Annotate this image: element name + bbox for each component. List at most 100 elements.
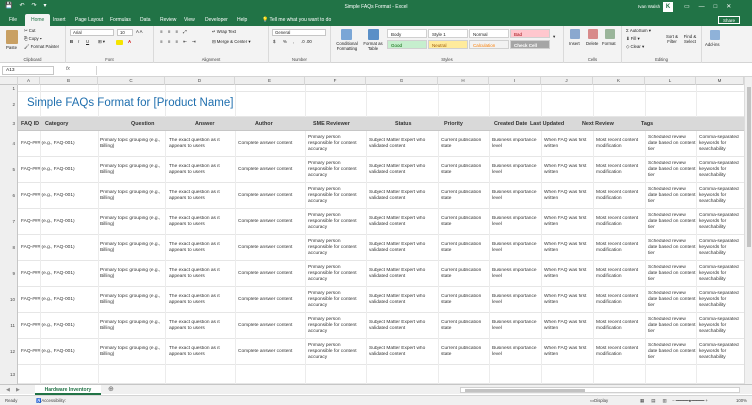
add-ins-button[interactable]: Add-ins (705, 42, 720, 48)
sheet-prev-icon[interactable]: ◀ (6, 385, 10, 395)
cell-j-5[interactable]: When FAQ was first written (544, 164, 592, 176)
cell-d-7[interactable]: The exact question as it appears to user… (169, 216, 233, 228)
wrap-text-button[interactable]: ↵ Wrap Text (212, 29, 236, 35)
cell-g-6[interactable]: Subject Matter Expert who validated cont… (369, 190, 437, 202)
cell-b-8[interactable]: FAQ-### (e.g., FAQ-001) (21, 245, 95, 251)
styles-more-icon[interactable]: ▾ (553, 34, 555, 40)
row-header-2[interactable]: 2 (0, 92, 18, 117)
cell-j-11[interactable]: When FAQ was first written (544, 320, 592, 332)
cell-h-8[interactable]: Current publication state (441, 242, 489, 254)
column-header-d[interactable]: D (165, 77, 235, 85)
tab-home[interactable]: Home (25, 14, 51, 26)
header-created-date[interactable]: Created Date (494, 117, 527, 131)
cell-f-4[interactable]: Primary person responsible for content a… (308, 135, 364, 154)
cell-m-4[interactable]: Comma-separated keywords for searchabili… (699, 135, 744, 154)
border-icon[interactable]: ⊞ ▾ (98, 39, 105, 45)
find-select-button[interactable]: Find & Select (681, 34, 699, 44)
cell-m-6[interactable]: Comma-separated keywords for searchabili… (699, 187, 744, 206)
cell-m-10[interactable]: Comma-separated keywords for searchabili… (699, 291, 744, 310)
paste-icon[interactable] (6, 30, 18, 44)
column-header-m[interactable]: M (696, 77, 744, 85)
autosum-button[interactable]: Σ AutoSum ▾ (626, 28, 651, 34)
cell-c-4[interactable]: Primary topic grouping (e.g., Billing) (100, 138, 164, 150)
cell-e-11[interactable]: Complete answer content (238, 323, 302, 329)
cell-b-12[interactable]: FAQ-### (e.g., FAQ-001) (21, 349, 95, 355)
zoom-slider[interactable]: − ━━━━━●━━━━━ + (672, 396, 708, 405)
close-icon[interactable]: ✕ (726, 2, 731, 12)
number-format-select[interactable]: General (272, 29, 326, 36)
cell-d-4[interactable]: The exact question as it appears to user… (169, 138, 233, 150)
cell-d-6[interactable]: The exact question as it appears to user… (169, 190, 233, 202)
row-header-5[interactable]: 5 (0, 157, 18, 183)
cell-g-12[interactable]: Subject Matter Expert who validated cont… (369, 346, 437, 358)
font-name-select[interactable]: Arial (70, 29, 114, 36)
font-size-select[interactable]: 10 (117, 29, 133, 36)
cell-m-8[interactable]: Comma-separated keywords for searchabili… (699, 239, 744, 258)
cell-h-12[interactable]: Current publication state (441, 346, 489, 358)
column-header-g[interactable]: G (366, 77, 438, 85)
cell-f-9[interactable]: Primary person responsible for content a… (308, 265, 364, 284)
style-neutral[interactable]: Neutral (428, 40, 468, 49)
cell-j-9[interactable]: When FAQ was first written (544, 268, 592, 280)
cell-i-8[interactable]: Business importance level (492, 242, 540, 254)
cell-b-11[interactable]: FAQ-### (e.g., FAQ-001) (21, 323, 95, 329)
cell-f-10[interactable]: Primary person responsible for content a… (308, 291, 364, 310)
cell-c-9[interactable]: Primary topic grouping (e.g., Billing) (100, 268, 164, 280)
cell-k-4[interactable]: Most recent content modification (596, 138, 644, 150)
horizontal-scrollbar[interactable] (460, 387, 740, 393)
cell-g-10[interactable]: Subject Matter Expert who validated cont… (369, 294, 437, 306)
cell-l-7[interactable]: Scheduled review date based on content t… (648, 213, 696, 232)
vertical-align-icons[interactable]: ≡ ≡ ≡ ⤢ (160, 29, 189, 35)
style-body[interactable]: Body (387, 29, 427, 38)
cell-h-6[interactable]: Current publication state (441, 190, 489, 202)
cell-g-11[interactable]: Subject Matter Expert who validated cont… (369, 320, 437, 332)
row-header-12[interactable]: 12 (0, 339, 18, 365)
percent-button[interactable]: % (283, 39, 287, 45)
currency-button[interactable]: $ (273, 39, 275, 45)
font-color-icon[interactable]: A (128, 39, 131, 45)
sort-filter-button[interactable]: Sort & Filter (664, 34, 680, 44)
cell-e-7[interactable]: Complete answer content (238, 219, 302, 225)
row-header-6[interactable]: 6 (0, 183, 18, 209)
column-header-b[interactable]: B (40, 77, 98, 85)
format-painter-button[interactable]: 🖌 Format Painter (24, 44, 59, 50)
cell-f-6[interactable]: Primary person responsible for content a… (308, 187, 364, 206)
cell-f-12[interactable]: Primary person responsible for content a… (308, 343, 364, 362)
cell-h-4[interactable]: Current publication state (441, 138, 489, 150)
column-header-j[interactable]: J (541, 77, 593, 85)
cell-j-7[interactable]: When FAQ was first written (544, 216, 592, 228)
add-ins-icon[interactable] (710, 30, 720, 40)
tab-review[interactable]: Review (160, 14, 176, 26)
vertical-scrollbar[interactable] (744, 77, 752, 384)
formula-input[interactable] (96, 66, 746, 75)
cell-m-9[interactable]: Comma-separated keywords for searchabili… (699, 265, 744, 284)
cell-c-6[interactable]: Primary topic grouping (e.g., Billing) (100, 190, 164, 202)
minimize-icon[interactable]: — (699, 2, 705, 12)
header-sme-reviewer[interactable]: SME Reviewer (313, 117, 350, 131)
format-as-table-button[interactable]: Format as Table (361, 41, 385, 51)
style-1[interactable]: Style 1 (428, 29, 468, 38)
row-header-10[interactable]: 10 (0, 287, 18, 313)
conditional-formatting-icon[interactable] (341, 29, 352, 40)
header-last-updated[interactable]: Last Updated (530, 117, 564, 131)
clear-button[interactable]: ◇ Clear ▾ (626, 44, 644, 50)
cell-g-9[interactable]: Subject Matter Expert who validated cont… (369, 268, 437, 280)
cell-c-11[interactable]: Primary topic grouping (e.g., Billing) (100, 320, 164, 332)
cell-k-9[interactable]: Most recent content modification (596, 268, 644, 280)
accessibility-status[interactable]: ♿ Accessibility: Good to go (36, 396, 66, 405)
format-cells-icon[interactable] (605, 29, 615, 39)
row-header-7[interactable]: 7 (0, 209, 18, 235)
column-header-a[interactable]: A (18, 77, 40, 85)
cell-k-5[interactable]: Most recent content modification (596, 164, 644, 176)
cell-b-10[interactable]: FAQ-### (e.g., FAQ-001) (21, 297, 95, 303)
cell-m-11[interactable]: Comma-separated keywords for searchabili… (699, 317, 744, 336)
cell-i-7[interactable]: Business importance level (492, 216, 540, 228)
cell-m-12[interactable]: Comma-separated keywords for searchabili… (699, 343, 744, 362)
cell-e-6[interactable]: Complete answer content (238, 193, 302, 199)
tab-file[interactable]: File (9, 14, 17, 26)
cell-g-4[interactable]: Subject Matter Expert who validated cont… (369, 138, 437, 150)
sheet-tab-hardware-inventory[interactable]: Hardware Inventory (35, 385, 101, 395)
cell-h-11[interactable]: Current publication state (441, 320, 489, 332)
decimal-icons[interactable]: .0 .00 (301, 39, 312, 45)
row-header-8[interactable]: 8 (0, 235, 18, 261)
